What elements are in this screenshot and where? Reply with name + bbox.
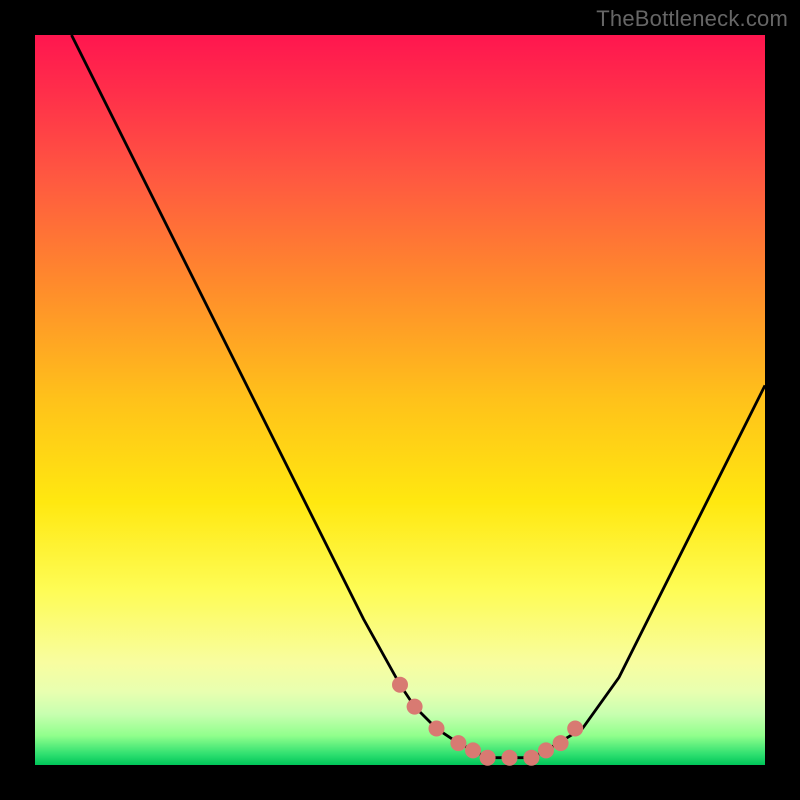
curve-layer [35, 35, 765, 765]
highlight-dot [480, 750, 496, 766]
highlight-dot [553, 735, 569, 751]
highlight-dot [429, 721, 445, 737]
highlight-dot [392, 677, 408, 693]
bottleneck-curve [72, 35, 766, 758]
plot-area [35, 35, 765, 765]
highlight-dot [450, 735, 466, 751]
watermark-text: TheBottleneck.com [596, 6, 788, 32]
highlight-dot [538, 742, 554, 758]
highlight-dot [502, 750, 518, 766]
highlight-dot [523, 750, 539, 766]
highlight-dots [392, 677, 583, 766]
highlight-dot [407, 699, 423, 715]
chart-stage: TheBottleneck.com [0, 0, 800, 800]
highlight-dot [465, 742, 481, 758]
highlight-dot [567, 721, 583, 737]
